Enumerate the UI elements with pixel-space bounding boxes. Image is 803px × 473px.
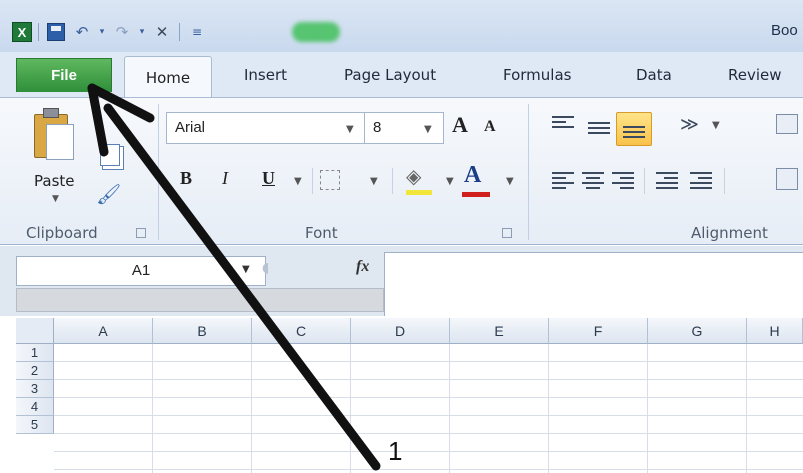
column-header[interactable]: H bbox=[747, 318, 803, 344]
ribbon-home: Paste ▼ 🖌 Clipboard Arial ▼ 8 ▼ A A B I … bbox=[0, 97, 803, 245]
tab-insert[interactable]: Insert bbox=[244, 66, 287, 84]
clipboard-group-label: Clipboard bbox=[26, 224, 98, 242]
font-family-select[interactable]: Arial bbox=[166, 112, 394, 144]
formula-bar-area: A1 ▼ ◖ fx bbox=[0, 246, 803, 316]
font-color-icon[interactable]: A bbox=[464, 162, 481, 189]
format-painter-icon[interactable]: 🖌 bbox=[96, 182, 121, 208]
alignment-group-label: Alignment bbox=[691, 224, 768, 242]
select-all-corner[interactable] bbox=[16, 318, 54, 344]
column-header[interactable]: E bbox=[450, 318, 549, 344]
increase-indent-icon[interactable] bbox=[690, 172, 712, 189]
undo-dropdown-icon[interactable]: ▾ bbox=[97, 21, 107, 43]
undo-icon[interactable]: ↶ bbox=[71, 21, 93, 43]
row-header[interactable]: 2 bbox=[16, 362, 54, 380]
copy-icon[interactable] bbox=[100, 144, 120, 166]
title-bar: X ↶ ▾ ↷ ▾ ✕ ≡ Boo bbox=[0, 0, 803, 52]
paste-dropdown-icon[interactable]: ▼ bbox=[52, 194, 59, 204]
orientation-icon[interactable]: ≫ bbox=[680, 114, 699, 135]
tab-home[interactable]: Home bbox=[124, 56, 212, 98]
tab-data[interactable]: Data bbox=[636, 66, 672, 84]
align-middle-icon[interactable] bbox=[588, 122, 610, 138]
tab-file[interactable]: File bbox=[16, 58, 112, 92]
align-right-icon[interactable] bbox=[612, 172, 634, 189]
group-separator bbox=[158, 104, 159, 240]
row-header[interactable]: 5 bbox=[16, 416, 54, 434]
name-box-dropdown-icon[interactable]: ▼ bbox=[242, 264, 250, 275]
ribbon-tabs: File Home Insert Page Layout Formulas Da… bbox=[0, 52, 803, 98]
font-group-label: Font bbox=[305, 224, 338, 242]
row-header[interactable]: 1 bbox=[16, 344, 54, 362]
align-top-icon[interactable] bbox=[552, 116, 574, 132]
annotation-label: 1 bbox=[388, 436, 403, 466]
group-separator bbox=[528, 104, 529, 240]
font-separator bbox=[312, 168, 313, 194]
font-color-dropdown-icon[interactable]: ▼ bbox=[506, 176, 514, 187]
qat-separator bbox=[38, 23, 39, 41]
blurred-decoration bbox=[292, 22, 340, 42]
font-family-dropdown-icon[interactable]: ▼ bbox=[346, 124, 354, 135]
fill-color-dropdown-icon[interactable]: ▼ bbox=[446, 176, 454, 187]
alignment-separator bbox=[644, 168, 645, 194]
underline-button[interactable]: U bbox=[262, 168, 275, 189]
column-header[interactable]: G bbox=[648, 318, 747, 344]
redo-dropdown-icon[interactable]: ▾ bbox=[137, 21, 147, 43]
orientation-dropdown-icon[interactable]: ▼ bbox=[712, 120, 720, 131]
formula-bar-grip-icon[interactable]: ◖ bbox=[262, 260, 269, 276]
decrease-indent-icon[interactable] bbox=[656, 172, 678, 189]
grow-font-icon[interactable]: A bbox=[452, 112, 468, 138]
row-header[interactable]: 4 bbox=[16, 398, 54, 416]
redo-icon[interactable]: ↷ bbox=[111, 21, 133, 43]
formula-bar-strip bbox=[16, 288, 384, 312]
font-launcher-icon[interactable] bbox=[502, 228, 512, 238]
tab-formulas[interactable]: Formulas bbox=[503, 66, 571, 84]
column-header[interactable]: A bbox=[54, 318, 153, 344]
borders-dropdown-icon[interactable]: ▼ bbox=[370, 176, 378, 187]
worksheet-grid: A B C D E F G H 1 2 3 4 5 bbox=[16, 318, 803, 473]
row-header[interactable]: 3 bbox=[16, 380, 54, 398]
italic-button[interactable]: I bbox=[222, 168, 228, 189]
name-box[interactable]: A1 bbox=[16, 256, 266, 286]
save-icon[interactable] bbox=[45, 21, 67, 43]
quick-access-toolbar: X ↶ ▾ ↷ ▾ ✕ ≡ bbox=[12, 20, 208, 44]
column-header[interactable]: B bbox=[153, 318, 252, 344]
font-size-select[interactable]: 8 bbox=[364, 112, 444, 144]
column-header[interactable]: D bbox=[351, 318, 450, 344]
borders-icon[interactable] bbox=[320, 170, 340, 190]
align-center-icon[interactable] bbox=[582, 172, 604, 189]
align-left-icon[interactable] bbox=[552, 172, 574, 189]
paste-button[interactable]: Paste bbox=[34, 172, 75, 190]
font-color-swatch bbox=[462, 192, 490, 197]
column-header[interactable]: F bbox=[549, 318, 648, 344]
window-title: Boo bbox=[771, 22, 798, 39]
paste-icon[interactable] bbox=[34, 108, 80, 162]
excel-logo-icon[interactable]: X bbox=[12, 22, 32, 42]
bold-button[interactable]: B bbox=[180, 168, 192, 189]
cell-area[interactable] bbox=[54, 344, 803, 473]
clipboard-launcher-icon[interactable] bbox=[136, 228, 146, 238]
insert-function-icon[interactable]: fx bbox=[356, 258, 369, 276]
column-header[interactable]: C bbox=[252, 318, 351, 344]
qat-separator bbox=[179, 23, 180, 41]
tab-review[interactable]: Review bbox=[728, 66, 782, 84]
underline-dropdown-icon[interactable]: ▼ bbox=[294, 176, 302, 187]
tab-page-layout[interactable]: Page Layout bbox=[344, 66, 436, 84]
shrink-font-icon[interactable]: A bbox=[484, 118, 496, 136]
wrap-text-icon[interactable] bbox=[776, 114, 798, 134]
close-icon[interactable]: ✕ bbox=[151, 21, 173, 43]
align-bottom-icon bbox=[623, 126, 645, 142]
formula-input[interactable] bbox=[384, 252, 803, 316]
fill-color-swatch bbox=[406, 190, 432, 195]
fill-color-icon[interactable]: ◈ bbox=[406, 164, 421, 188]
font-separator bbox=[392, 168, 393, 194]
alignment-separator bbox=[724, 168, 725, 194]
customize-qat-icon[interactable]: ≡ bbox=[186, 21, 208, 43]
font-size-dropdown-icon[interactable]: ▼ bbox=[424, 124, 432, 135]
merge-center-icon[interactable] bbox=[776, 168, 798, 190]
